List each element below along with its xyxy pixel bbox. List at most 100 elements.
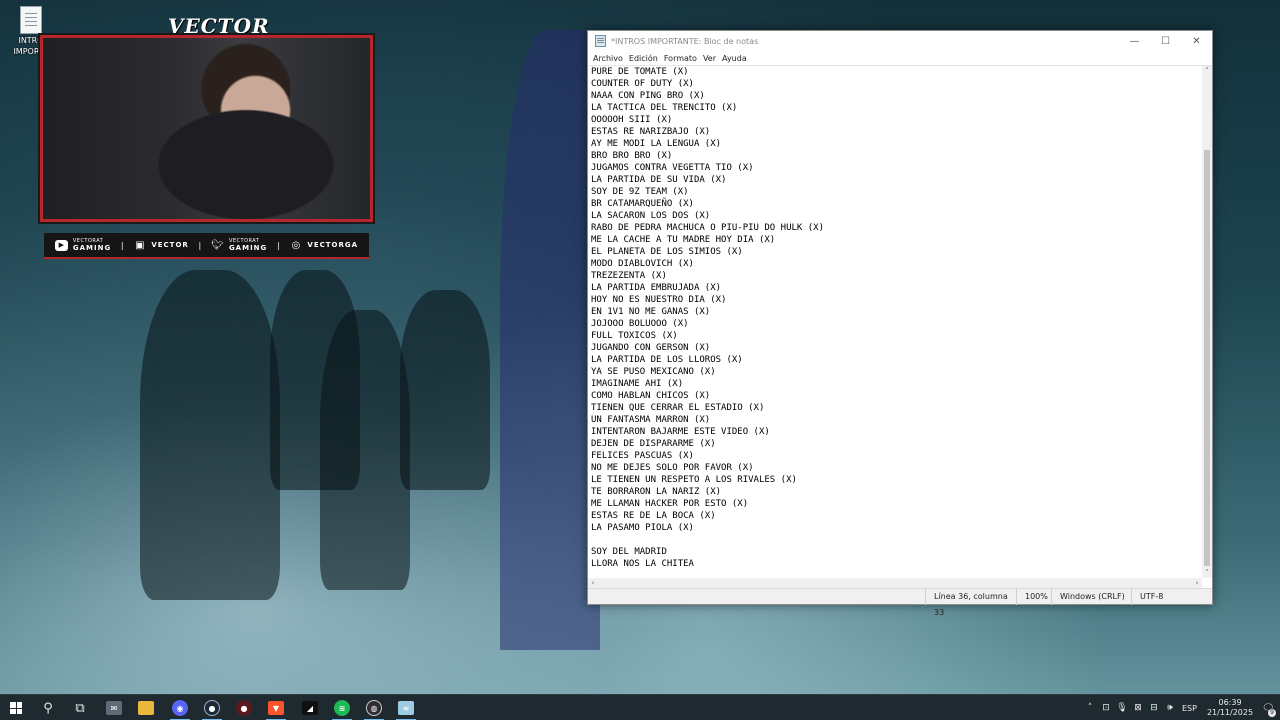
- clock[interactable]: 06:39 21/11/2025: [1207, 698, 1253, 718]
- social-handle: GAMING: [72, 244, 112, 252]
- spotify-icon: ≋: [334, 700, 350, 716]
- social-youtube: ▶ VECTORAT GAMING: [54, 238, 112, 252]
- text-line: LA PASAMO PIOLA (X): [591, 523, 694, 533]
- menu-archivo[interactable]: Archivo: [592, 54, 628, 63]
- text-line: FULL TOXICOS (X): [591, 331, 678, 341]
- scroll-left-arrow-icon[interactable]: ‹: [588, 578, 598, 588]
- taskbar-app-discord[interactable]: ◉: [164, 695, 196, 720]
- language-indicator[interactable]: ESP: [1182, 704, 1197, 713]
- close-button[interactable]: ✕: [1181, 31, 1212, 51]
- vertical-scrollbar[interactable]: ˄ ˅: [1202, 66, 1212, 578]
- text-line: HOY NO ES NUESTRO DIA (X): [591, 295, 727, 305]
- text-line: OOOOOH SIII (X): [591, 115, 673, 125]
- text-line: JOJOOO BOLUOOO (X): [591, 319, 689, 329]
- taskbar-app-obs[interactable]: ●: [228, 695, 260, 720]
- text-line: JUGAMOS CONTRA VEGETTA TIO (X): [591, 163, 754, 173]
- youtube-icon: ▶: [54, 239, 68, 251]
- text-line: ME LA CACHE A TU MADRE HOY DIA (X): [591, 235, 776, 245]
- scrollbar-thumb[interactable]: [1204, 150, 1210, 566]
- social-handle: VECTORGA: [307, 241, 359, 249]
- notepad-icon: [595, 35, 606, 47]
- text-line: [591, 534, 1198, 546]
- social-instagram: ◎ VECTORGA: [289, 240, 358, 251]
- clock-time: 06:39: [1218, 698, 1242, 707]
- taskbar-app-steam[interactable]: ●: [196, 695, 228, 720]
- twitch-icon: ▣: [135, 239, 145, 251]
- taskbar-app-mail[interactable]: ✉: [98, 695, 130, 720]
- microphone-icon[interactable]: 🎙︎: [1114, 703, 1130, 713]
- minimize-button[interactable]: —: [1119, 31, 1150, 51]
- system-tray: ˄ ⊡ 🎙︎ ⊠ ⊟ 🕪︎ ESP 06:39 21/11/2025 🗨︎ 9: [1082, 695, 1277, 720]
- notifications-button[interactable]: 🗨︎ 9: [1259, 695, 1277, 720]
- text-line: PURE DE TOMATE (X): [591, 67, 689, 77]
- clock-date: 21/11/2025: [1206, 708, 1254, 717]
- steam-icon: ●: [204, 700, 220, 716]
- scroll-up-arrow-icon[interactable]: ˄: [1202, 66, 1212, 76]
- twitter-icon: 🐦︎: [211, 239, 224, 251]
- text-line: FELICES PASCUAS (X): [591, 451, 694, 461]
- task-view-icon: ⧉: [75, 700, 85, 716]
- menu-ver[interactable]: Ver: [702, 54, 721, 63]
- taskbar-app-explorer[interactable]: [130, 695, 162, 720]
- obs-icon: ◍: [366, 700, 382, 716]
- menu-ayuda[interactable]: Ayuda: [721, 54, 752, 63]
- network-icon[interactable]: ⊟: [1146, 703, 1162, 713]
- text-line: ESTAS RE NARIZBAJO (X): [591, 127, 711, 137]
- maximize-icon: ☐: [1161, 35, 1170, 47]
- text-line: MODO DIABLOVICH (X): [591, 259, 694, 269]
- text-line: JUGANDO CON GERSON (X): [591, 343, 711, 353]
- device-icon[interactable]: ⊡: [1098, 703, 1114, 713]
- taskbar-app-brave[interactable]: ▼: [260, 695, 292, 720]
- menu-bar: Archivo Edición Formato Ver Ayuda: [588, 51, 1212, 65]
- text-line: EL PLANETA DE LOS SIMIOS (X): [591, 247, 743, 257]
- maximize-button[interactable]: ☐: [1150, 31, 1181, 51]
- text-file-icon: [20, 6, 42, 34]
- text-line: LA PARTIDA DE LOS LLOROS (X): [591, 355, 743, 365]
- social-links-bar: ▶ VECTORAT GAMING | ▣ VECTOR | 🐦︎ VECTOR…: [44, 233, 369, 259]
- encoding: UTF-8: [1131, 589, 1214, 605]
- taskbar-app-riot[interactable]: ◢: [294, 695, 326, 720]
- notepad-icon: ≡: [398, 701, 414, 715]
- text-editor-area[interactable]: PURE DE TOMATE (X) COUNTER OF DUTY (X) NAA…: [588, 65, 1212, 588]
- volume-icon[interactable]: 🕪︎: [1162, 703, 1178, 713]
- scroll-down-arrow-icon[interactable]: ˅: [1202, 568, 1212, 578]
- text-line: ESTAS RE DE LA BOCA (X): [591, 511, 716, 521]
- recording-indicator-icon[interactable]: ⊠: [1130, 703, 1146, 713]
- text-line: SOY DE 9Z TEAM (X): [591, 187, 689, 197]
- notepad-window[interactable]: *INTROS IMPORTANTE: Bloc de notas — ☐ ✕ …: [587, 30, 1214, 617]
- text-line: IMAGINAME AHI (X): [591, 379, 684, 389]
- wallpaper-figure: [400, 290, 490, 490]
- zoom-level: 100%: [1016, 589, 1051, 605]
- brave-icon: ▼: [268, 701, 284, 715]
- task-view-button[interactable]: ⧉: [64, 695, 96, 720]
- notification-badge: 9: [1268, 709, 1277, 717]
- text-line: RABO DE PEDRA MACHUCA O PIU-PIU DO HULK …: [591, 223, 824, 233]
- close-icon: ✕: [1192, 35, 1201, 47]
- text-line: YA SE PUSO MEXICANO (X): [591, 367, 716, 377]
- scroll-right-arrow-icon[interactable]: ›: [1192, 578, 1202, 588]
- taskbar-app-spotify[interactable]: ≋: [326, 695, 358, 720]
- start-button[interactable]: [0, 695, 32, 720]
- taskbar-app-obs-studio[interactable]: ◍: [358, 695, 390, 720]
- text-line: DEJEN DE DISPARARME (X): [591, 439, 716, 449]
- cursor-position: Línea 36, columna 33: [925, 589, 1016, 617]
- social-twitch: ▣ VECTOR: [133, 240, 188, 251]
- window-title: *INTROS IMPORTANTE: Bloc de notas: [611, 36, 759, 46]
- horizontal-scrollbar[interactable]: ‹ ›: [588, 578, 1202, 588]
- chevron-up-icon[interactable]: ˄: [1082, 703, 1098, 713]
- windows-logo-icon: [10, 702, 22, 714]
- social-handle: VECTOR: [151, 241, 189, 249]
- minimize-icon: —: [1129, 35, 1140, 47]
- search-button[interactable]: ⚲: [32, 695, 64, 720]
- text-line: LA TACTICA DEL TRENCITO (X): [591, 103, 738, 113]
- text-line: BR CATAMARQUEÑO (X): [591, 199, 694, 209]
- taskbar-app-notepad[interactable]: ≡: [390, 695, 422, 720]
- window-titlebar[interactable]: *INTROS IMPORTANTE: Bloc de notas — ☐ ✕: [588, 31, 1212, 51]
- editor-text[interactable]: PURE DE TOMATE (X) COUNTER OF DUTY (X) NAA…: [590, 66, 1198, 578]
- wallpaper-figure: [500, 30, 600, 650]
- text-line: LA SACARON LOS DOS (X): [591, 211, 711, 221]
- menu-edicion[interactable]: Edición: [628, 54, 663, 63]
- menu-formato[interactable]: Formato: [663, 54, 702, 63]
- text-line: NAAA CON PING BRO (X): [591, 91, 705, 101]
- game-icon: ◢: [302, 701, 318, 715]
